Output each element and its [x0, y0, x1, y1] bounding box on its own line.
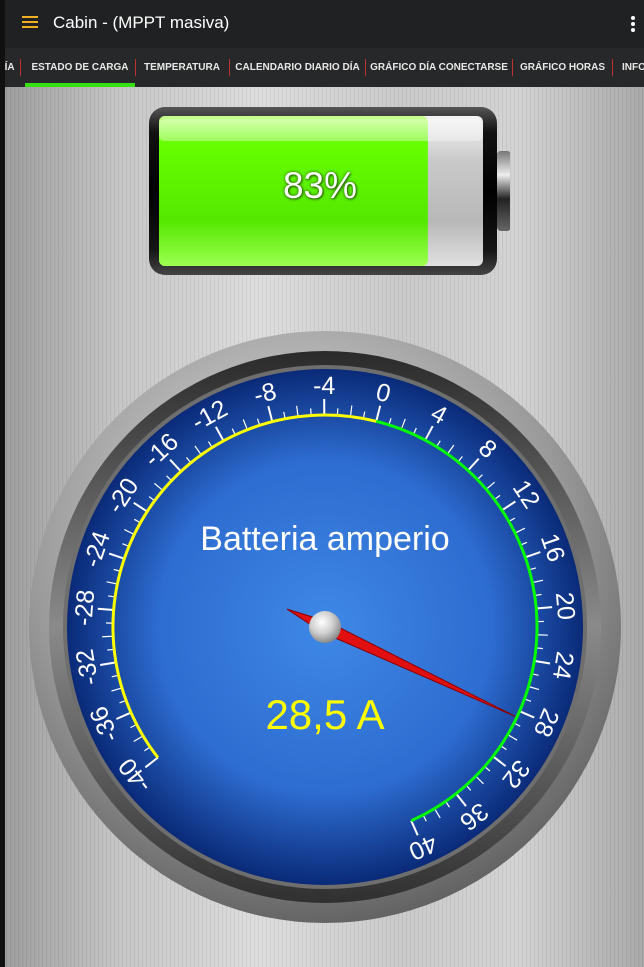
- battery-percent-label: 83%: [282, 165, 358, 206]
- tab-info[interactable]: INFO: [622, 48, 644, 87]
- tab-estado-de-carga[interactable]: ESTADO DE CARGA: [25, 48, 135, 87]
- gauge-reading: 28,5 A: [265, 691, 384, 738]
- hamburger-menu-icon[interactable]: [22, 15, 38, 29]
- tab-grafico-dia-conectarse[interactable]: GRÁFICO DÍA CONECTARSE: [366, 48, 512, 87]
- tab-separator: [20, 59, 21, 76]
- tab-calendario-diario-dia[interactable]: CALENDARIO DIARIO DÍA: [230, 48, 365, 87]
- more-vert-icon[interactable]: [628, 14, 638, 34]
- gauge-tick-label: 20: [550, 591, 580, 621]
- screen-edge: [0, 0, 5, 967]
- gauge-title: Batteria amperio: [200, 520, 449, 558]
- app-bar: Cabin - (MPPT masiva): [5, 0, 644, 48]
- main-content: 83% -40 -36 -32 -28 -24 -20 -16 -12 -8 -4 0 4 8 12 16 2…: [5, 87, 644, 967]
- app-title: Cabin - (MPPT masiva): [53, 13, 230, 32]
- gauge-tick-label: -28: [69, 589, 100, 627]
- battery-amp-gauge: -40-36-32-28-24-20-16-12-8 -4 048121620242…: [29, 331, 621, 923]
- needle-cap: [309, 611, 341, 643]
- tab-grafico-horas[interactable]: GRÁFICO HORAS: [513, 48, 612, 87]
- tab-separator: [612, 59, 613, 76]
- gauge-tick-label: -32: [71, 647, 105, 687]
- gauge-tick-label: 24: [547, 650, 579, 682]
- tab-bar: DÍA ESTADO DE CARGA TEMPERATURA CALENDAR…: [5, 48, 644, 87]
- gauge-tick-label: -4: [313, 372, 335, 400]
- gauge-tick: [536, 606, 553, 610]
- tab-dia[interactable]: DÍA: [5, 48, 19, 87]
- battery-indicator: 83%: [145, 103, 511, 279]
- gauge-tick: [97, 607, 114, 611]
- tab-temperatura[interactable]: TEMPERATURA: [136, 48, 228, 87]
